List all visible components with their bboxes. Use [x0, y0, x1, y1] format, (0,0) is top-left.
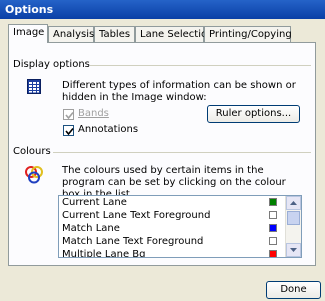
- scroll-thumb[interactable]: [287, 211, 300, 225]
- done-button[interactable]: Done: [266, 281, 321, 299]
- tab-printing-copying[interactable]: Printing/Copying: [204, 26, 292, 42]
- colour-swatch[interactable]: [269, 198, 277, 206]
- colour-swatch[interactable]: [269, 211, 277, 219]
- color-circles-icon: [24, 165, 44, 185]
- title-bar: Options: [0, 0, 325, 19]
- list-item[interactable]: Match Lane: [59, 222, 301, 235]
- colour-list[interactable]: Current Lane Current Lane Text Foregroun…: [58, 195, 302, 258]
- bands-label: Bands: [78, 108, 109, 119]
- options-dialog: Options Image Analysis Tables Lane Selec…: [0, 0, 325, 301]
- tab-analysis[interactable]: Analysis: [48, 26, 94, 42]
- colour-swatch[interactable]: [269, 250, 277, 257]
- list-item[interactable]: Current Lane: [59, 196, 301, 209]
- display-options-description: Different types of information can be sh…: [62, 80, 296, 103]
- colour-swatch[interactable]: [269, 224, 277, 232]
- display-options-heading: Display options: [13, 59, 90, 70]
- tab-panel-image: Display options Different types of infor…: [8, 42, 316, 266]
- list-item[interactable]: Match Lane Text Foreground: [59, 235, 301, 248]
- annotations-checkbox[interactable]: [63, 125, 74, 136]
- scroll-down-button[interactable]: [286, 243, 301, 257]
- vertical-scrollbar[interactable]: [285, 196, 301, 257]
- list-item[interactable]: Multiple Lane Bg: [59, 248, 301, 257]
- list-item[interactable]: Current Lane Text Foreground: [59, 209, 301, 222]
- colour-swatch[interactable]: [269, 237, 277, 245]
- tab-image[interactable]: Image: [8, 24, 48, 43]
- scroll-up-button[interactable]: [286, 196, 301, 210]
- annotations-label: Annotations: [78, 124, 139, 135]
- tab-tables[interactable]: Tables: [94, 26, 135, 42]
- ruler-options-button[interactable]: Ruler options...: [207, 105, 300, 123]
- window-title: Options: [5, 3, 54, 16]
- grid-window-icon: [27, 79, 41, 94]
- display-options-divider: [85, 65, 311, 66]
- tab-lane-selection[interactable]: Lane Selection: [135, 26, 213, 42]
- colours-heading: Colours: [13, 146, 51, 157]
- colours-divider: [53, 152, 311, 153]
- bands-checkbox[interactable]: [63, 109, 74, 120]
